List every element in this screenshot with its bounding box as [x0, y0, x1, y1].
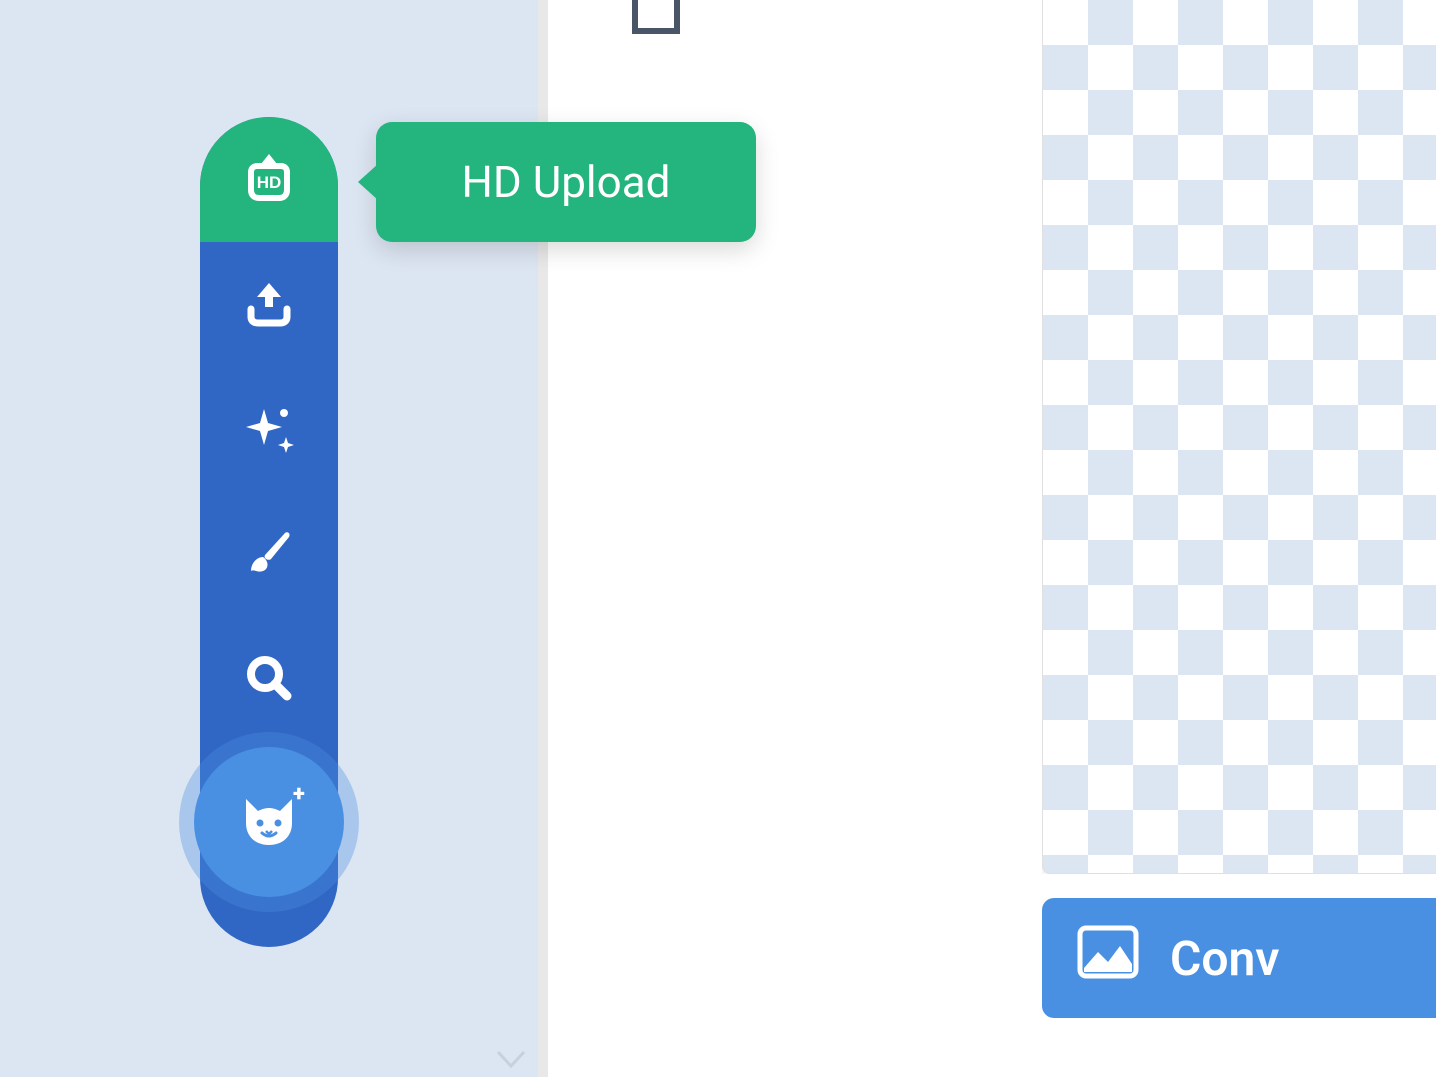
upload-button[interactable]	[200, 242, 338, 367]
sparkle-icon	[240, 399, 298, 461]
tooltip: HD Upload	[376, 122, 756, 242]
image-icon	[1076, 924, 1140, 992]
search-button[interactable]	[200, 617, 338, 742]
brush-icon	[241, 525, 297, 585]
convert-label: Conv	[1170, 930, 1279, 987]
search-icon	[241, 650, 297, 710]
selection-square	[632, 0, 680, 34]
hd-upload-button[interactable]: HD	[200, 117, 338, 242]
upload-icon	[241, 275, 297, 335]
cat-circle: +	[194, 747, 344, 897]
brush-button[interactable]	[200, 492, 338, 617]
transparency-preview	[1042, 0, 1436, 874]
convert-button[interactable]: Conv	[1042, 898, 1436, 1018]
effects-button[interactable]	[200, 367, 338, 492]
cat-icon: +	[230, 781, 308, 863]
tooltip-label: HD Upload	[462, 156, 671, 208]
chevron-down-icon	[496, 1050, 526, 1074]
svg-text:+: +	[293, 782, 305, 807]
vertical-toolbar: HD	[200, 117, 338, 947]
svg-text:HD: HD	[257, 173, 282, 192]
hd-upload-icon: HD	[239, 148, 299, 212]
cat-button[interactable]: +	[200, 742, 338, 912]
